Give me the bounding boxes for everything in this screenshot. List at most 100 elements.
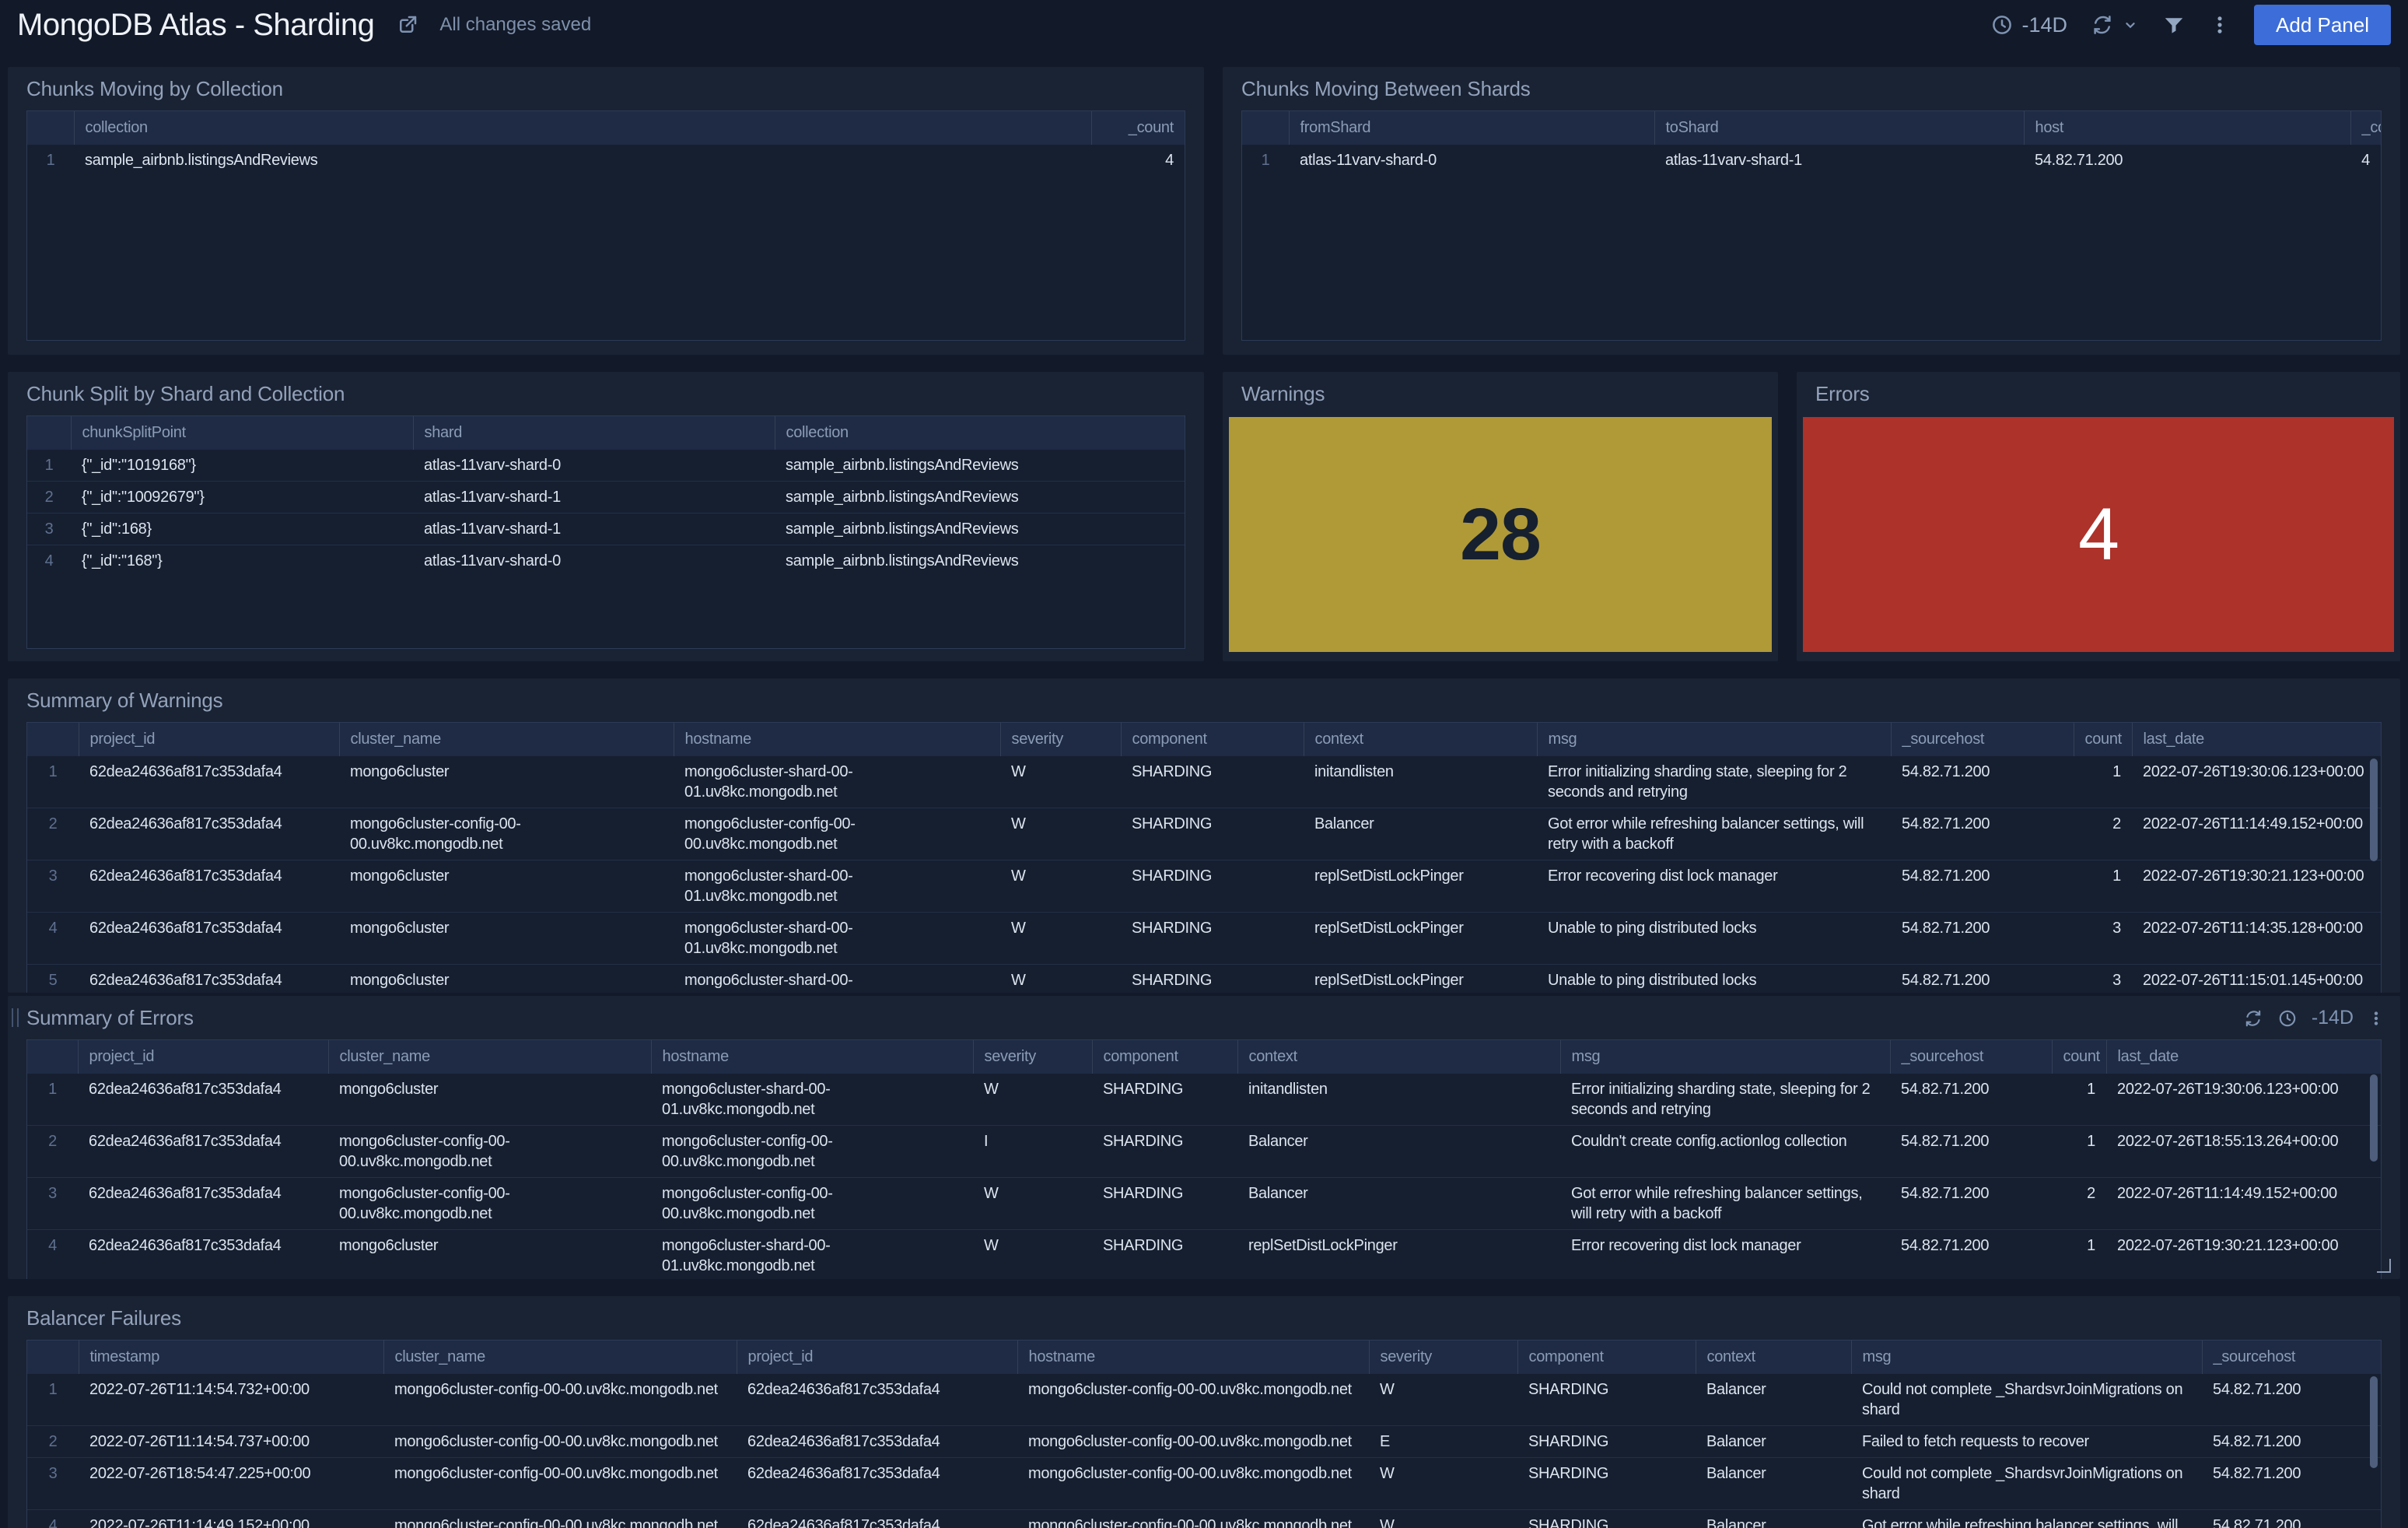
- cell: 2022-07-26T19:30:21.123+00:00: [2143, 867, 2364, 885]
- cell: mongo6cluster-config-00-00.uv8kc.mongodb…: [1028, 1465, 1352, 1482]
- column-header-project-id[interactable]: project_id: [78, 723, 339, 756]
- column-header-hostname[interactable]: hostname: [650, 1040, 973, 1074]
- table-row[interactable]: 3 {"_id":168} atlas-11varv-shard-1 sample_a…: [27, 513, 1185, 545]
- column-header-project-id[interactable]: project_id: [77, 1040, 328, 1074]
- cell: SHARDING: [1528, 1465, 1609, 1482]
- column-header-count[interactable]: count: [2051, 1040, 2106, 1074]
- column-header-msg[interactable]: msg: [1850, 1341, 2202, 1374]
- errors-value: 4: [2078, 492, 2119, 576]
- table-row[interactable]: 4 2022-07-26T11:14:49.152+00:00 mongo6clus…: [27, 1509, 2381, 1528]
- table-row[interactable]: 2 2022-07-26T11:14:54.737+00:00 mongo6clus…: [27, 1425, 2381, 1458]
- cell: SHARDING: [1103, 1133, 1184, 1150]
- row-number-header: [27, 1341, 79, 1374]
- cell: 2022-07-26T11:14:49.152+00:00: [89, 1517, 310, 1528]
- column-header-cluster-name[interactable]: cluster_name: [327, 1040, 651, 1074]
- table-row[interactable]: 1 2022-07-26T11:14:54.732+00:00 mongo6clus…: [27, 1374, 2381, 1426]
- table-header-row: fromShardtoShardhost_count: [1242, 111, 2381, 145]
- clock-icon[interactable]: [2277, 1008, 2298, 1029]
- column-header-count[interactable]: _count: [1090, 111, 1185, 145]
- column-header-host[interactable]: host: [2023, 111, 2350, 145]
- cell: mongo6cluster-config-00-00.uv8kc.mongodb…: [339, 1185, 510, 1222]
- table-row[interactable]: 2 {"_id":"10092679"} atlas-11varv-shard-1 s…: [27, 481, 1185, 513]
- scrollbar[interactable]: [2370, 1074, 2378, 1162]
- column-header-severity[interactable]: severity: [999, 723, 1121, 756]
- scrollbar[interactable]: [2370, 1376, 2378, 1468]
- column-header-severity[interactable]: severity: [1368, 1341, 1517, 1374]
- kebab-menu-icon[interactable]: [2368, 1010, 2385, 1027]
- add-panel-button[interactable]: Add Panel: [2254, 5, 2391, 45]
- column-header-component[interactable]: component: [1091, 1040, 1237, 1074]
- time-range-control[interactable]: -14D: [1990, 13, 2067, 37]
- balancer-failures-table: timestamp cluster_name project_id hostname s…: [27, 1341, 2381, 1528]
- table-row[interactable]: 2 62dea24636af817c353dafa4 mongo6cluster-c…: [27, 1125, 2381, 1178]
- scrollbar[interactable]: [2370, 759, 2378, 861]
- cell: Error initializing sharding state, sleep…: [1548, 763, 1847, 801]
- table-row[interactable]: 4 {"_id":"168"} atlas-11varv-shard-0 sample…: [27, 545, 1185, 577]
- resize-corner-icon[interactable]: [2377, 1259, 2391, 1273]
- row-number: 2: [48, 1133, 57, 1150]
- column-header-collection[interactable]: collection: [73, 111, 1091, 145]
- column-header-chunksplitpoint[interactable]: chunkSplitPoint: [70, 416, 413, 450]
- column-header-component[interactable]: component: [1517, 1341, 1696, 1374]
- cell: E: [1380, 1433, 1391, 1450]
- column-header-component[interactable]: component: [1120, 723, 1304, 756]
- column-header-severity[interactable]: severity: [972, 1040, 1092, 1074]
- column-header-toshard[interactable]: toShard: [1654, 111, 2024, 145]
- column-header-msg[interactable]: msg: [1559, 1040, 1890, 1074]
- cell: 2022-07-26T19:30:06.123+00:00: [2143, 763, 2364, 780]
- dashboard-title: MongoDB Atlas - Sharding: [17, 7, 375, 42]
- column-header-hostname[interactable]: hostname: [1017, 1341, 1369, 1374]
- table-row[interactable]: 5 62dea24636af817c353dafa4 mongo6cluster mo…: [27, 964, 2381, 993]
- table-row[interactable]: 3 62dea24636af817c353dafa4 mongo6cluster mo…: [27, 860, 2381, 913]
- table-row[interactable]: 1 62dea24636af817c353dafa4 mongo6cluster mo…: [27, 756, 2381, 808]
- cell: 2022-07-26T19:30:21.123+00:00: [2117, 1237, 2339, 1254]
- column-header-project-id[interactable]: project_id: [736, 1341, 1017, 1374]
- column-header-last-date[interactable]: last_date: [2105, 1040, 2381, 1074]
- table-row[interactable]: 4 62dea24636af817c353dafa4 mongo6cluster mo…: [27, 912, 2381, 965]
- column-header-sourcehost[interactable]: _sourcehost: [1889, 1040, 2052, 1074]
- column-header-sourcehost[interactable]: _sourcehost: [2201, 1341, 2381, 1374]
- column-header-context[interactable]: context: [1695, 1341, 1851, 1374]
- cell: 54.82.71.200: [2213, 1517, 2301, 1528]
- column-header-last-date[interactable]: last_date: [2131, 723, 2381, 756]
- column-header-collection[interactable]: collection: [774, 416, 1185, 450]
- cell: mongo6cluster-config-00-00.uv8kc.mongodb…: [1028, 1517, 1352, 1528]
- column-header-msg[interactable]: msg: [1536, 723, 1891, 756]
- errors-stat[interactable]: 4: [1803, 417, 2394, 652]
- table-row[interactable]: 1 sample_airbnb.listingsAndReviews 4: [27, 145, 1185, 176]
- column-header-cluster-name[interactable]: cluster_name: [338, 723, 674, 756]
- column-header-shard[interactable]: shard: [412, 416, 775, 450]
- cell: SHARDING: [1103, 1237, 1184, 1254]
- panel-time-range-label[interactable]: -14D: [2312, 1007, 2354, 1029]
- table-row[interactable]: 3 2022-07-26T18:54:47.225+00:00 mongo6clus…: [27, 1457, 2381, 1510]
- refresh-control[interactable]: [2091, 13, 2139, 37]
- refresh-icon[interactable]: [2243, 1008, 2263, 1029]
- table-row[interactable]: 3 62dea24636af817c353dafa4 mongo6cluster-c…: [27, 1177, 2381, 1230]
- table-row[interactable]: 1 {"_id":"1019168"} atlas-11varv-shard-0 sa…: [27, 450, 1185, 482]
- column-header-context[interactable]: context: [1303, 723, 1537, 756]
- table-row[interactable]: 1 62dea24636af817c353dafa4 mongo6cluster mo…: [27, 1074, 2381, 1126]
- share-icon[interactable]: [396, 13, 419, 37]
- cell: 2022-07-26T18:54:47.225+00:00: [89, 1465, 311, 1482]
- table-row[interactable]: 4 62dea24636af817c353dafa4 mongo6cluster mo…: [27, 1229, 2381, 1280]
- cell: atlas-11varv-shard-1: [424, 520, 561, 538]
- column-header-hostname[interactable]: hostname: [673, 723, 1000, 756]
- column-header-timestamp[interactable]: timestamp: [78, 1341, 383, 1374]
- column-header-count[interactable]: count: [2073, 723, 2132, 756]
- column-header-count[interactable]: _count: [2350, 111, 2381, 145]
- table-row[interactable]: 2 62dea24636af817c353dafa4 mongo6cluster-c…: [27, 808, 2381, 860]
- kebab-menu-icon[interactable]: [2209, 14, 2231, 36]
- panel-balancer-failures: Balancer Failures timestamp cluster_name p…: [8, 1296, 2400, 1528]
- column-header-context[interactable]: context: [1237, 1040, 1560, 1074]
- column-header-cluster-name[interactable]: cluster_name: [383, 1341, 737, 1374]
- cell: 1: [2087, 1133, 2095, 1150]
- row-number: 2: [44, 489, 54, 506]
- table-row[interactable]: 1 atlas-11varv-shard-0 atlas-11varv-shard-…: [1242, 145, 2381, 176]
- column-header-sourcehost[interactable]: _sourcehost: [1890, 723, 2074, 756]
- warnings-stat[interactable]: 28: [1229, 417, 1772, 652]
- drag-handle-icon[interactable]: [12, 1008, 19, 1027]
- row-number-header: [1242, 111, 1289, 145]
- cell: atlas-11varv-shard-0: [1300, 152, 1437, 169]
- filter-icon[interactable]: [2162, 13, 2186, 37]
- column-header-fromshard[interactable]: fromShard: [1288, 111, 1654, 145]
